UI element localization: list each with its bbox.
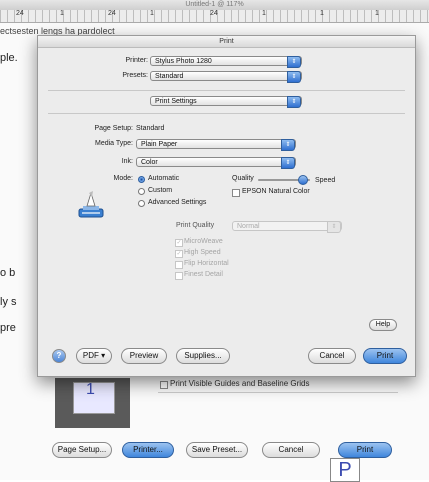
ink-label: Ink: bbox=[121, 158, 133, 165]
preview-button[interactable]: Preview bbox=[121, 348, 167, 364]
chevron-updown-icon: ⇕ bbox=[281, 157, 295, 169]
presets-select-value: Standard bbox=[155, 73, 184, 80]
chevron-updown-icon: ⇕ bbox=[287, 71, 301, 83]
ink-value: Color bbox=[141, 159, 158, 166]
save-preset-button[interactable]: Save Preset... bbox=[186, 442, 248, 458]
divider bbox=[48, 90, 405, 91]
epson-natural-color-label: EPSON Natural Color bbox=[242, 188, 310, 195]
pdf-button[interactable]: PDF ▾ bbox=[76, 348, 112, 364]
help-button[interactable]: Help bbox=[369, 319, 397, 331]
page-thumbnail-number: 1 bbox=[86, 381, 95, 398]
flip-horizontal-checkbox[interactable] bbox=[175, 261, 183, 269]
document-title: Untitled-1 @ 117% bbox=[185, 1, 244, 8]
document-text-fragment: pre bbox=[0, 322, 16, 334]
print-pane-select[interactable]: Print Settings ⇕ bbox=[150, 96, 302, 108]
print-quality-value: Normal bbox=[237, 223, 260, 230]
divider bbox=[48, 113, 405, 114]
quality-label: Quality bbox=[232, 175, 254, 182]
page-setup-value: Standard bbox=[136, 125, 165, 132]
print-pane-value: Print Settings bbox=[155, 98, 197, 105]
dialog-title: Print bbox=[38, 36, 415, 48]
epson-natural-color-checkbox[interactable] bbox=[232, 189, 240, 197]
page-setup-label: Page Setup: bbox=[94, 125, 133, 132]
print-quality-label: Print Quality bbox=[176, 222, 215, 229]
print-button[interactable]: Print bbox=[363, 348, 407, 364]
high-speed-label: High Speed bbox=[184, 249, 221, 256]
horizontal-ruler: 24 1 24 1 24 1 1 1 bbox=[0, 10, 429, 23]
ruler-tick: 24 bbox=[16, 10, 24, 17]
cancel-button[interactable]: Cancel bbox=[308, 348, 356, 364]
mode-label: Mode: bbox=[113, 175, 133, 182]
high-speed-checkbox[interactable]: ✓ bbox=[175, 250, 183, 258]
microweave-checkbox[interactable]: ✓ bbox=[175, 239, 183, 247]
document-letter-p: P bbox=[330, 458, 360, 482]
ruler-tick: 24 bbox=[210, 10, 218, 17]
microweave-label: MicroWeave bbox=[184, 238, 223, 245]
document-text-fragment: ly s bbox=[0, 296, 17, 308]
document-title-bar: Untitled-1 @ 117% bbox=[0, 0, 429, 10]
printer-button[interactable]: Printer... bbox=[122, 442, 174, 458]
mode-custom-radio[interactable] bbox=[138, 188, 145, 195]
ruler-tick: 1 bbox=[375, 10, 379, 17]
speed-label: Speed bbox=[315, 177, 336, 184]
print-dialog: Print Printer: Stylus Photo 1280 ⇕ Prese… bbox=[37, 35, 416, 377]
mode-automatic-label: Automatic bbox=[148, 175, 180, 182]
mode-advanced-label: Advanced Settings bbox=[148, 199, 207, 206]
printer-label: Printer: bbox=[125, 57, 148, 64]
presets-label: Presets: bbox=[122, 72, 148, 79]
mode-custom-label: Custom bbox=[148, 187, 173, 194]
printer-select[interactable]: Stylus Photo 1280 ⇕ bbox=[150, 56, 302, 68]
ruler-tick: 1 bbox=[262, 10, 266, 17]
chevron-updown-icon: ⇕ bbox=[287, 96, 301, 108]
help-circle-button[interactable]: ? bbox=[52, 349, 66, 363]
print-guides-label: Print Visible Guides and Baseline Grids bbox=[170, 379, 310, 388]
ink-select[interactable]: Color ⇕ bbox=[136, 157, 296, 169]
mode-automatic-radio[interactable] bbox=[138, 176, 145, 183]
epson-printer-icon bbox=[78, 191, 104, 218]
mode-advanced-radio[interactable] bbox=[138, 200, 145, 207]
document-text-fragment: o b bbox=[0, 267, 16, 279]
ruler-tick: 24 bbox=[108, 10, 116, 17]
presets-select[interactable]: Standard ⇕ bbox=[150, 71, 302, 83]
chevron-updown-icon: ⇕ bbox=[281, 139, 295, 151]
ruler-tick: 1 bbox=[150, 10, 154, 17]
chevron-updown-icon: ⇕ bbox=[327, 221, 341, 233]
ruler-tick: 1 bbox=[320, 10, 324, 17]
media-type-label: Media Type: bbox=[94, 140, 133, 147]
print-guides-option[interactable]: Print Visible Guides and Baseline Grids bbox=[158, 376, 398, 393]
media-type-select[interactable]: Plain Paper ⇕ bbox=[136, 139, 296, 151]
bg-print-button[interactable]: Print bbox=[338, 442, 392, 458]
bg-cancel-button[interactable]: Cancel bbox=[262, 442, 320, 458]
chevron-updown-icon: ⇕ bbox=[287, 56, 301, 68]
page-setup-button[interactable]: Page Setup... bbox=[52, 442, 112, 458]
document-text-fragment: ple. bbox=[0, 52, 18, 64]
print-quality-select[interactable]: Normal ⇕ bbox=[232, 221, 342, 233]
supplies-button[interactable]: Supplies... bbox=[176, 348, 230, 364]
printer-select-value: Stylus Photo 1280 bbox=[155, 58, 212, 65]
ruler-tick: 1 bbox=[60, 10, 64, 17]
print-guides-checkbox[interactable] bbox=[160, 381, 168, 389]
finest-detail-checkbox[interactable] bbox=[175, 272, 183, 280]
finest-detail-label: Finest Detail bbox=[184, 271, 223, 278]
flip-horizontal-label: Flip Horizontal bbox=[184, 260, 229, 267]
quality-speed-slider-knob[interactable] bbox=[298, 175, 309, 185]
media-type-value: Plain Paper bbox=[141, 141, 178, 148]
